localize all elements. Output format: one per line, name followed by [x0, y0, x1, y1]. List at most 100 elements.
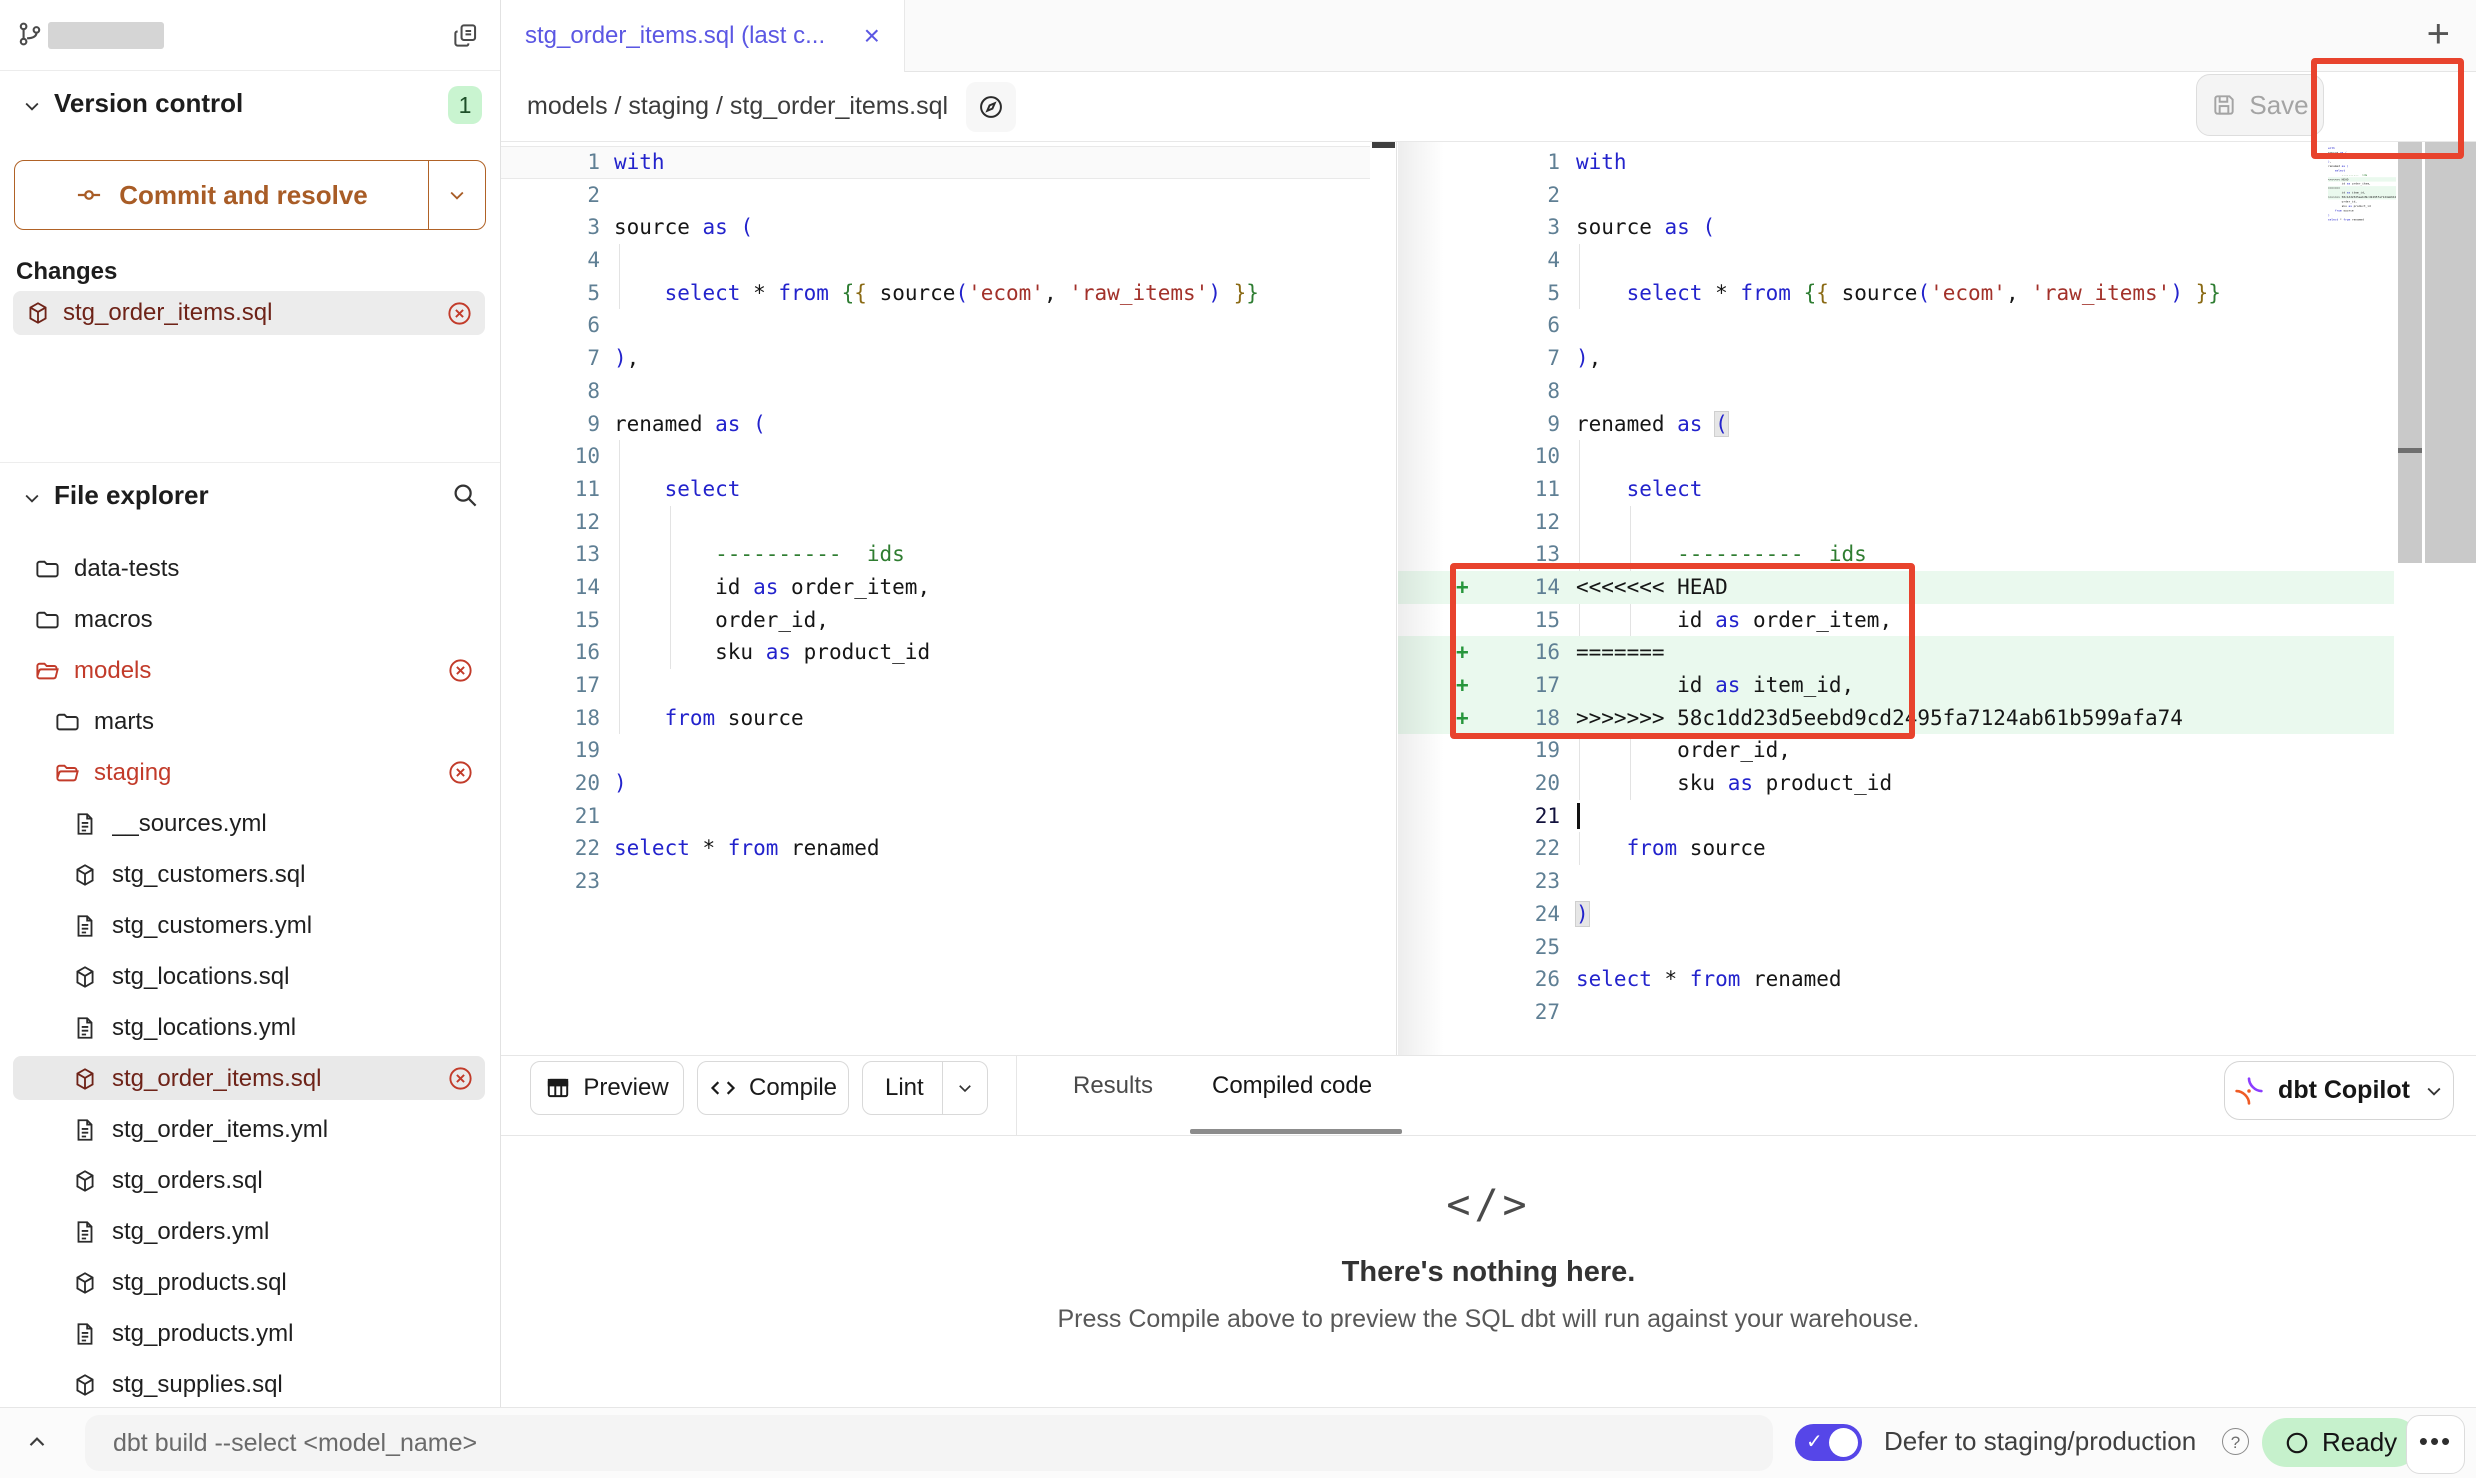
line-number: 8 — [1486, 375, 1560, 408]
compile-button[interactable]: Compile — [697, 1061, 849, 1115]
discard-change-icon[interactable] — [447, 657, 474, 684]
discard-change-icon[interactable] — [447, 759, 474, 786]
git-branch-icon[interactable] — [16, 20, 44, 48]
line-number: 25 — [1486, 931, 1560, 964]
file-explorer-chevron-icon[interactable] — [22, 488, 42, 508]
code-line-6: 6 — [501, 309, 1370, 342]
file-item-stg_locations.yml[interactable]: stg_locations.yml — [0, 1002, 500, 1053]
editor-pane-left[interactable]: 1with23source as (45 select * from {{ so… — [501, 142, 1396, 1055]
version-control-chevron-icon[interactable] — [22, 96, 42, 116]
file-item-stg_products.sql[interactable]: stg_products.sql — [0, 1257, 500, 1308]
code-line-19: 19 order_id, — [1398, 734, 2394, 767]
file-item-__sources.yml[interactable]: __sources.yml — [0, 798, 500, 849]
tab-results[interactable]: Results — [1073, 1072, 1153, 1100]
file-item-stg_products.yml[interactable]: stg_products.yml — [0, 1308, 500, 1359]
file-item-stg_order_items.yml[interactable]: stg_order_items.yml — [0, 1104, 500, 1155]
new-tab-icon[interactable]: + — [2427, 14, 2450, 54]
command-text: dbt build --select <model_name> — [113, 1429, 477, 1458]
diff-add-marker — [1456, 440, 1486, 473]
code-line-10: 10 — [501, 440, 1370, 473]
file-item-stg_order_items.sql[interactable]: stg_order_items.sql — [0, 1053, 500, 1104]
file-item-label: stg_customers.yml — [112, 912, 500, 940]
tab-stg-order-items[interactable]: stg_order_items.sql (last c... × — [501, 0, 905, 72]
commit-options-chevron[interactable] — [428, 161, 485, 229]
diff-add-marker — [1456, 538, 1486, 571]
status-circle-icon — [2284, 1430, 2310, 1456]
line-number: 12 — [1486, 506, 1560, 539]
editor-minimap[interactable]: withsource as ( select * from {{ source(… — [2328, 146, 2396, 278]
code-line-15: 15 order_id, — [501, 604, 1370, 637]
help-icon[interactable]: ? — [2222, 1428, 2249, 1455]
code-line-23: 23 — [1398, 865, 2394, 898]
line-number: 10 — [1486, 440, 1560, 473]
file-item-marts[interactable]: marts — [0, 696, 500, 747]
window-scrollbar[interactable] — [2425, 142, 2476, 563]
file-item-staging[interactable]: staging — [0, 747, 500, 798]
preview-button[interactable]: Preview — [530, 1061, 684, 1115]
defer-toggle[interactable]: ✓ — [1795, 1424, 1862, 1461]
code-line-5: 5 select * from {{ source('ecom', 'raw_i… — [501, 277, 1370, 310]
file-item-label: stg_locations.sql — [112, 963, 500, 991]
discard-change-icon[interactable] — [447, 1065, 474, 1092]
dbt-copilot-label: dbt Copilot — [2278, 1076, 2410, 1105]
file-item-label: stg_supplies.sql — [112, 1371, 500, 1399]
line-number: 17 — [501, 669, 600, 702]
editor-scrollbar[interactable] — [2398, 142, 2422, 563]
line-number: 19 — [1486, 734, 1560, 767]
line-number: 4 — [1486, 244, 1560, 277]
copy-icon[interactable] — [452, 22, 479, 49]
collapse-panel-icon[interactable] — [24, 1430, 50, 1456]
line-number: 11 — [1486, 473, 1560, 506]
file-item-stg_orders.sql[interactable]: stg_orders.sql — [0, 1155, 500, 1206]
command-input[interactable]: dbt build --select <model_name> — [85, 1415, 1773, 1471]
lineage-compass-icon[interactable] — [966, 82, 1016, 132]
line-number: 20 — [1486, 767, 1560, 800]
lint-button[interactable]: Lint — [862, 1061, 988, 1115]
code-line-14: +14<<<<<<< HEAD — [1398, 571, 2394, 604]
file-item-label: stg_products.yml — [112, 1320, 500, 1348]
line-number: 26 — [1486, 963, 1560, 996]
folder-icon — [34, 606, 64, 633]
tab-close-icon[interactable]: × — [864, 20, 880, 52]
discard-change-icon[interactable] — [446, 300, 473, 327]
file-item-label: staging — [94, 759, 447, 787]
line-number: 24 — [1486, 898, 1560, 931]
file-item-label: stg_orders.yml — [112, 1218, 500, 1246]
commit-and-resolve-button[interactable]: Commit and resolve — [14, 160, 486, 230]
code-line-8: 8 — [1398, 375, 2394, 408]
editor-pane-right[interactable]: 1with23source as (45 select * from {{ so… — [1398, 142, 2476, 1055]
diff-add-marker — [1456, 473, 1486, 506]
file-item-data-tests[interactable]: data-tests — [0, 543, 500, 594]
changed-file-row[interactable]: stg_order_items.sql — [13, 291, 485, 335]
left-pane-scrollbar-thumb[interactable] — [1372, 142, 1395, 148]
file-item-label: stg_customers.sql — [112, 861, 500, 889]
lint-options-chevron[interactable] — [942, 1062, 987, 1114]
diff-add-marker: + — [1456, 702, 1486, 735]
code-line-12: 12 — [501, 506, 1370, 539]
file-item-models[interactable]: models — [0, 645, 500, 696]
code-line-8: 8 — [501, 375, 1370, 408]
line-number: 15 — [1486, 604, 1560, 637]
overflow-menu-button[interactable]: ••• — [2406, 1415, 2465, 1474]
file-item-stg_customers.yml[interactable]: stg_customers.yml — [0, 900, 500, 951]
file-item-stg_supplies.sql[interactable]: stg_supplies.sql — [0, 1359, 500, 1410]
code-line-7: 7), — [501, 342, 1370, 375]
model-cube-icon — [25, 300, 51, 326]
file-item-stg_customers.sql[interactable]: stg_customers.sql — [0, 849, 500, 900]
line-number: 21 — [501, 800, 600, 833]
status-bar: dbt build --select <model_name> ✓ Defer … — [0, 1407, 2476, 1478]
code-editors: 1with23source as (45 select * from {{ so… — [501, 142, 2476, 1055]
dbt-copilot-button[interactable]: dbt Copilot — [2224, 1061, 2454, 1120]
pane-divider[interactable] — [1396, 142, 1397, 1055]
file-item-macros[interactable]: macros — [0, 594, 500, 645]
line-number: 14 — [501, 571, 600, 604]
line-number: 2 — [501, 179, 600, 212]
status-badge-ready[interactable]: Ready — [2262, 1418, 2419, 1467]
file-item-label: stg_orders.sql — [112, 1167, 500, 1195]
dbt-copilot-icon — [2234, 1076, 2264, 1106]
search-icon[interactable] — [450, 480, 480, 510]
tab-compiled-code[interactable]: Compiled code — [1212, 1072, 1372, 1100]
save-button[interactable]: Save — [2196, 74, 2324, 136]
file-item-stg_locations.sql[interactable]: stg_locations.sql — [0, 951, 500, 1002]
file-item-stg_orders.yml[interactable]: stg_orders.yml — [0, 1206, 500, 1257]
